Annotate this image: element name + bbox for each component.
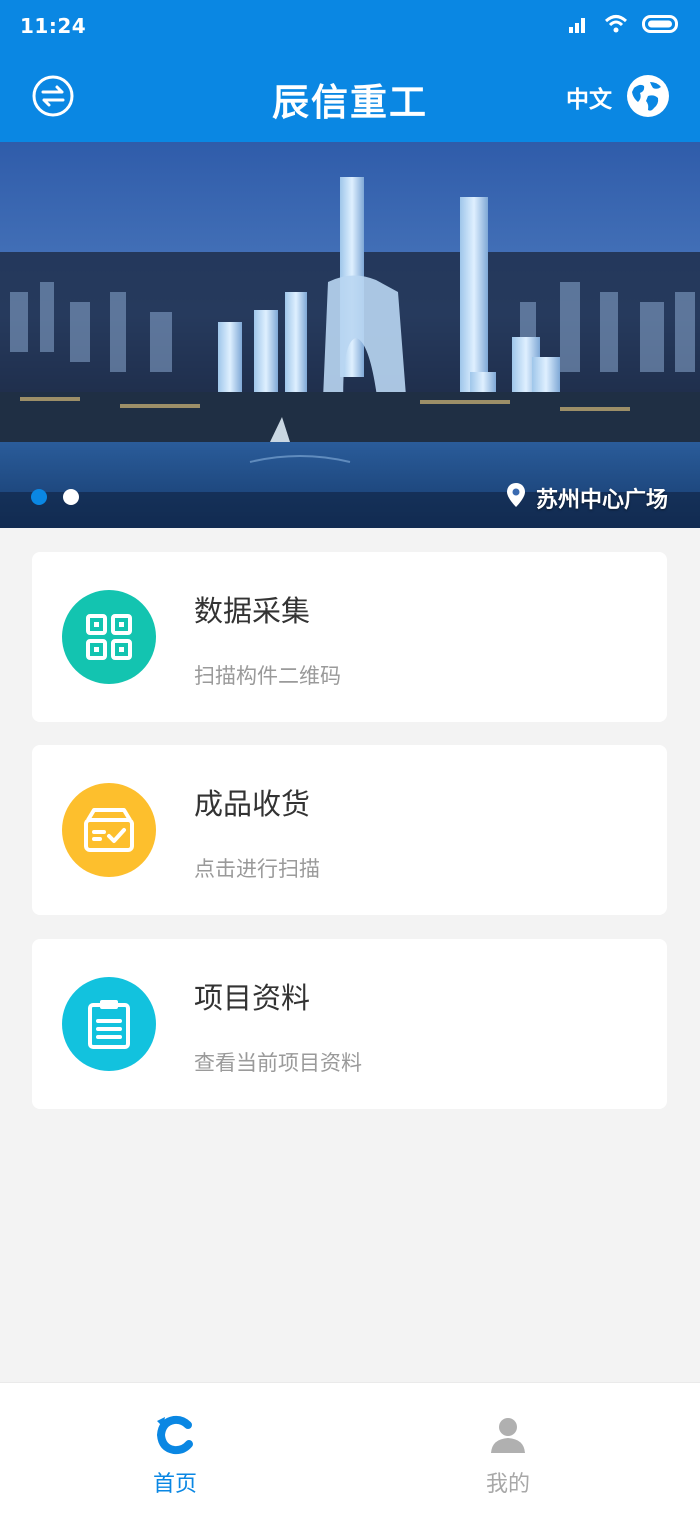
tab-mine[interactable]: 我的 [408,1383,608,1515]
tab-label: 首页 [152,1472,197,1497]
location-label: 苏州中心广场 [535,488,668,513]
carousel-dot-1[interactable] [31,489,47,505]
card-title: 成品收货 [194,787,311,821]
wifi-icon [604,14,628,38]
card-data-collection[interactable]: 数据采集 扫描构件二维码 [32,552,667,722]
status-icons [568,14,680,38]
globe-icon[interactable] [626,74,670,118]
carousel-dot-2[interactable] [63,489,79,505]
banner-location: 苏州中心广场 [506,482,668,514]
location-pin-icon [506,483,526,513]
battery-icon [642,14,680,38]
status-bar: 11:24 [0,0,700,54]
clipboard-icon [62,977,156,1071]
app-header: 辰信重工 中文 [0,54,700,142]
card-title: 项目资料 [194,981,311,1015]
status-time: 11:24 [20,14,87,38]
bottom-tab-bar: 首页 我的 [0,1382,700,1515]
tab-home[interactable]: 首页 [75,1383,275,1515]
qr-code-icon [62,590,156,684]
card-subtitle: 查看当前项目资料 [194,1051,362,1075]
user-icon [488,1415,528,1455]
city-skyline-image [0,142,700,528]
tab-label: 我的 [485,1472,530,1497]
package-check-icon [62,783,156,877]
card-subtitle: 扫描构件二维码 [194,664,341,688]
card-goods-receipt[interactable]: 成品收货 点击进行扫描 [32,745,667,915]
carousel-dots [31,489,79,505]
signal-icon [568,15,590,37]
card-title: 数据采集 [194,594,311,628]
card-project-docs[interactable]: 项目资料 查看当前项目资料 [32,939,667,1109]
card-subtitle: 点击进行扫描 [194,857,320,881]
banner-carousel[interactable]: 苏州中心广场 [0,142,700,528]
language-label[interactable]: 中文 [566,80,612,114]
home-logo-icon [155,1415,195,1455]
